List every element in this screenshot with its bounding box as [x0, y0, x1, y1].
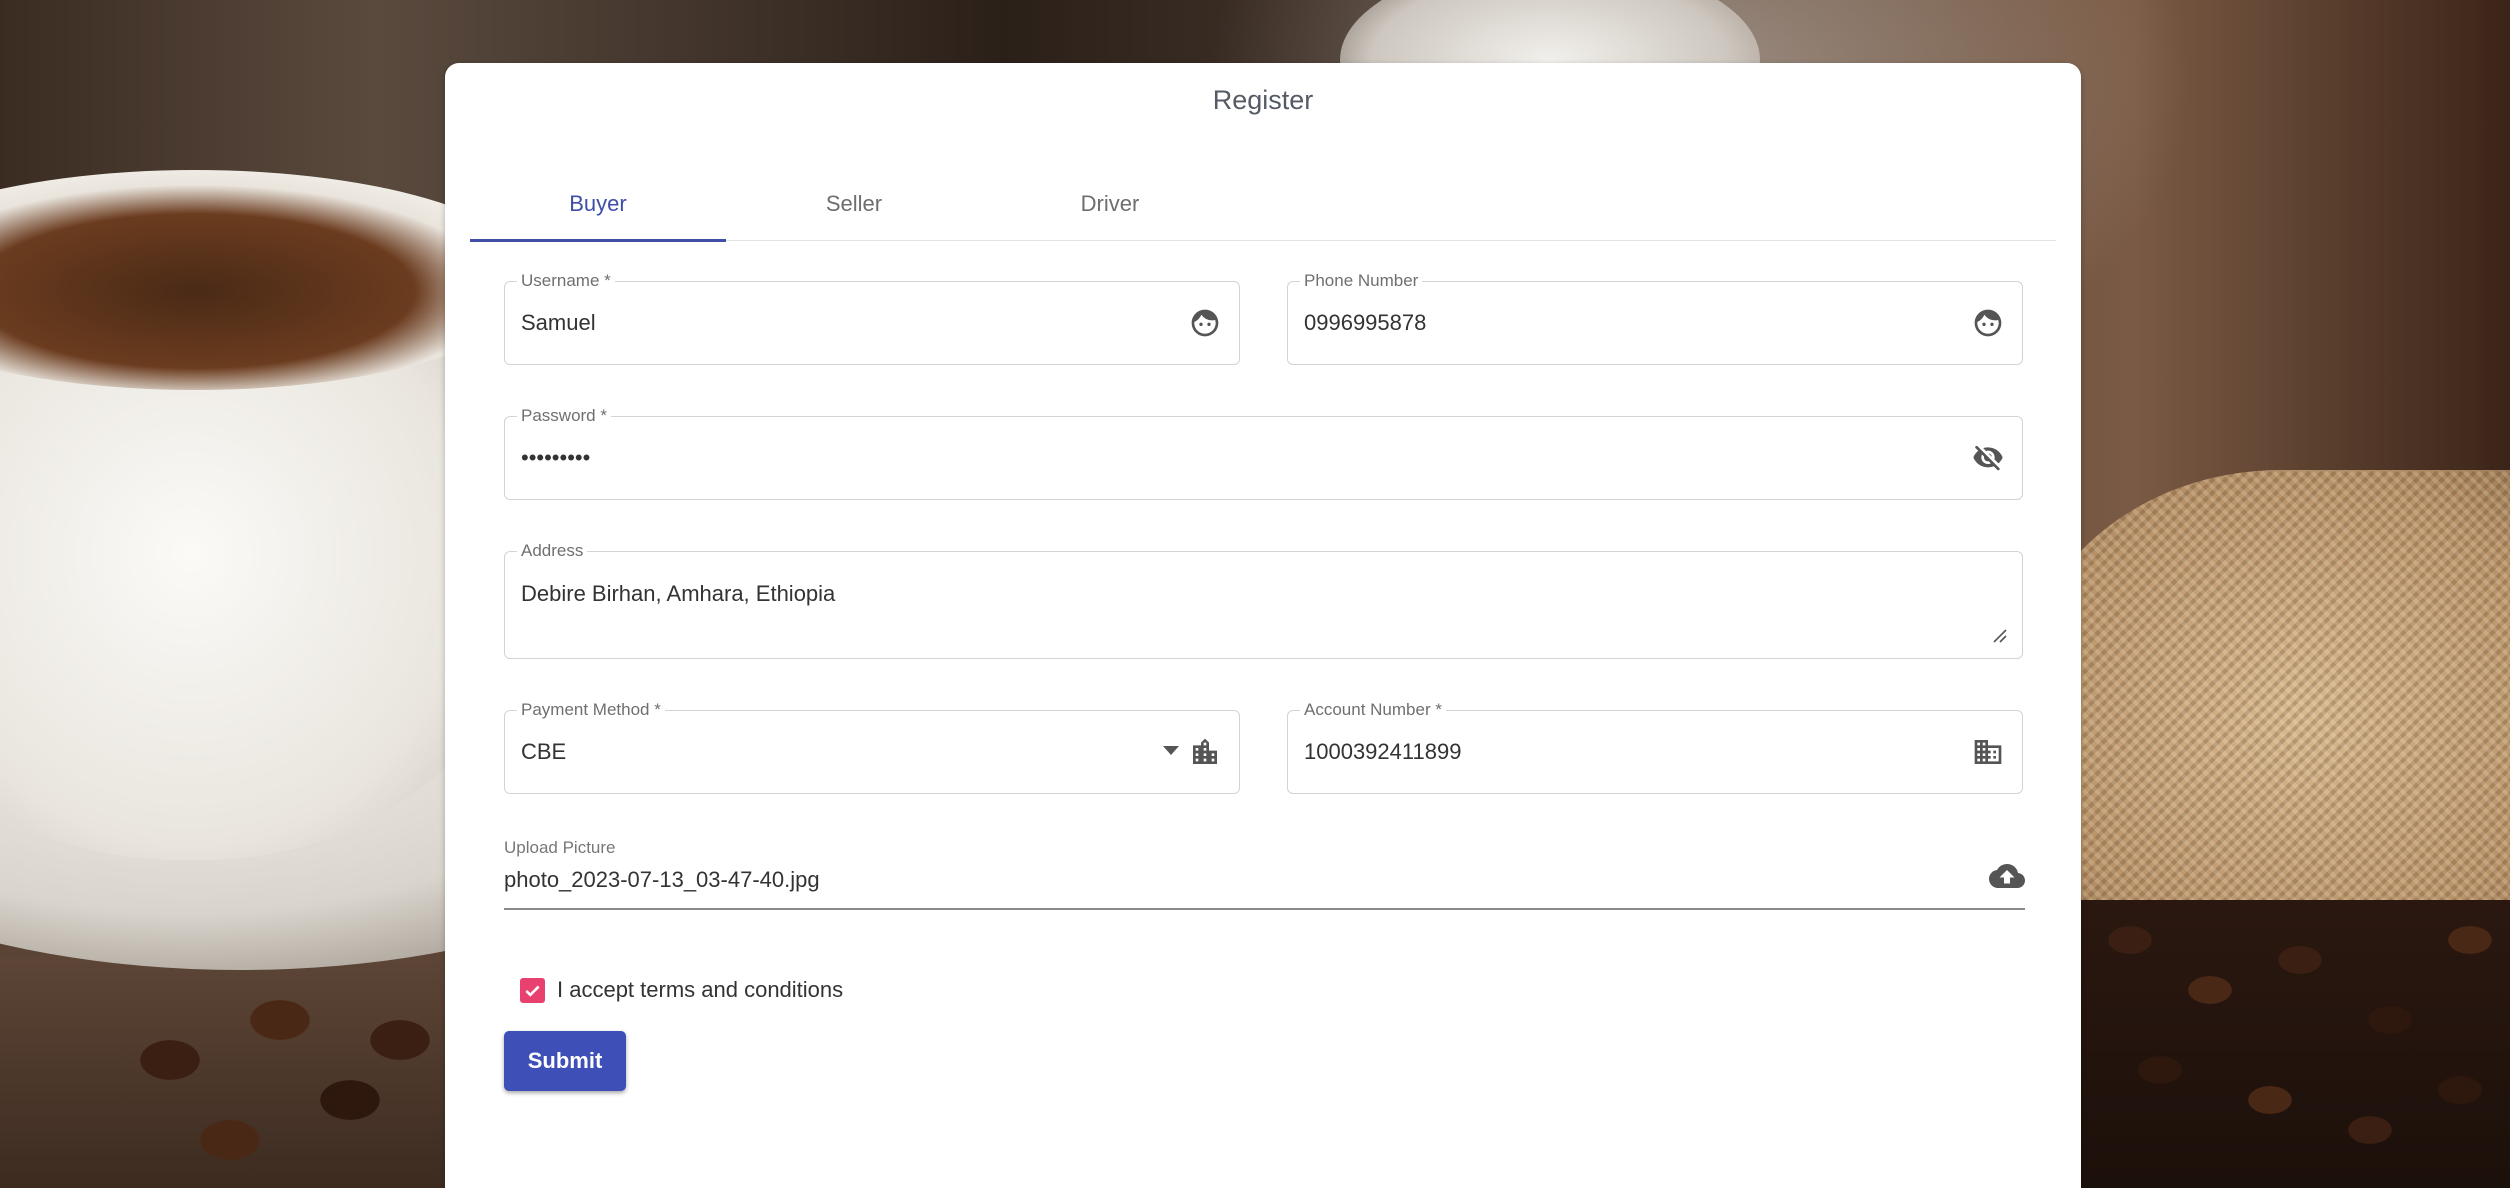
upload-picture-field[interactable]: Upload Picture photo_2023-07-13_03-47-40… [504, 838, 2025, 910]
dropdown-arrow-icon[interactable] [1163, 746, 1179, 755]
face-icon [1189, 307, 1221, 339]
account-number-input[interactable]: 1000392411899 [1304, 711, 1461, 793]
location-city-icon [1189, 736, 1221, 768]
page-title: Register [1212, 85, 1314, 115]
payment-method-select[interactable]: Payment Method * CBE [504, 700, 1240, 794]
terms-label: I accept terms and conditions [557, 977, 844, 1002]
business-icon [1972, 736, 2004, 768]
role-tabs: Buyer Seller Driver [470, 183, 2056, 242]
payment-method-value[interactable]: CBE [521, 711, 566, 793]
tab-seller[interactable]: Seller [726, 183, 982, 241]
upload-filename: photo_2023-07-13_03-47-40.jpg [504, 867, 820, 892]
tab-driver[interactable]: Driver [982, 183, 1238, 241]
phone-number-field[interactable]: Phone Number 0996995878 [1287, 271, 2023, 365]
address-textarea[interactable]: Debire Birhan, Amhara, Ethiopia [521, 574, 835, 614]
upload-picture-label: Upload Picture [504, 838, 616, 857]
address-field[interactable]: Address Debire Birhan, Amhara, Ethiopia [504, 541, 2023, 659]
phone-number-input[interactable]: 0996995878 [1304, 282, 1426, 364]
terms-row: I accept terms and conditions [520, 977, 843, 1003]
submit-button[interactable]: Submit [504, 1031, 626, 1091]
username-field[interactable]: Username * Samuel [504, 271, 1240, 365]
face-icon [1972, 307, 2004, 339]
tab-buyer[interactable]: Buyer [470, 183, 726, 242]
password-input[interactable]: ••••••••• [521, 417, 590, 499]
resize-handle-icon[interactable] [1990, 626, 2008, 644]
account-number-field[interactable]: Account Number * 1000392411899 [1287, 700, 2023, 794]
cloud-upload-icon[interactable] [1989, 858, 2025, 894]
address-label: Address [517, 541, 588, 561]
terms-checkbox[interactable] [520, 977, 545, 1003]
password-field[interactable]: Password * ••••••••• [504, 406, 2023, 500]
visibility-off-icon[interactable] [1972, 442, 2004, 474]
register-card: Register Buyer Seller Driver Username * … [445, 63, 2081, 1188]
username-input[interactable]: Samuel [521, 282, 596, 364]
